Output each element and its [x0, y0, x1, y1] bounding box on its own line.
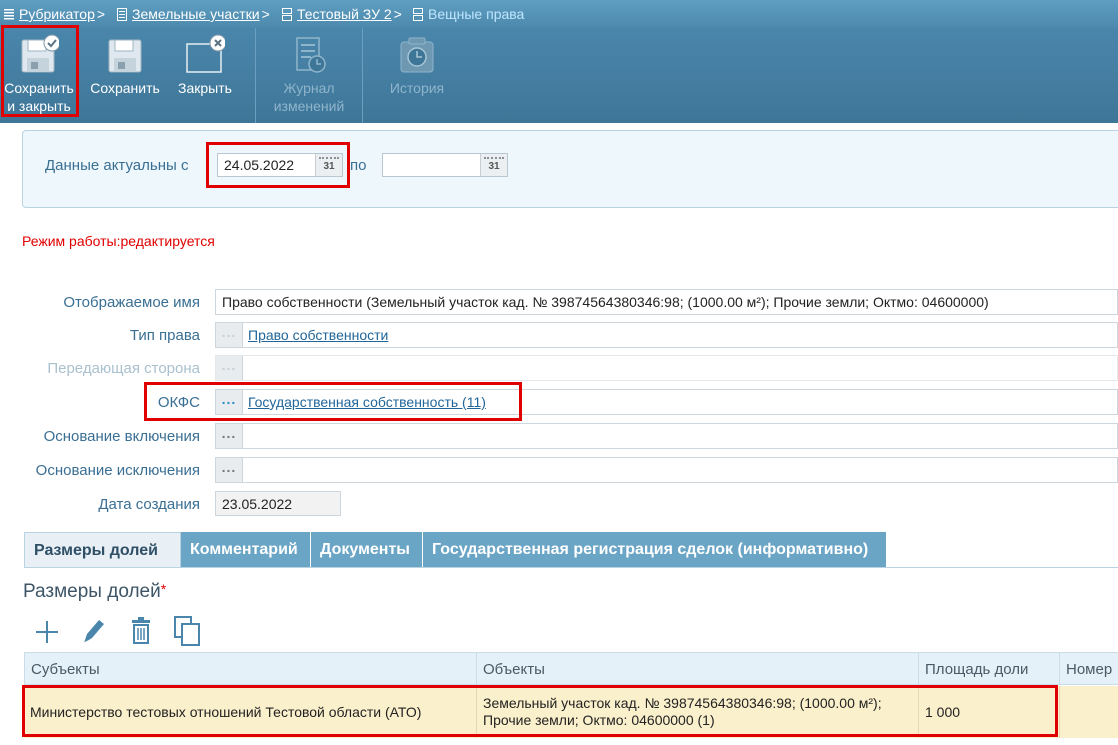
exclusion-basis-label: Основание исключения: [35, 462, 200, 479]
history-button[interactable]: История: [374, 28, 460, 123]
list-icon: [4, 8, 14, 19]
save-label: Сохранить: [90, 80, 160, 96]
edit-pencil-icon[interactable]: [78, 615, 108, 647]
ellipsis-button[interactable]: ...: [216, 458, 243, 482]
close-window-icon: [186, 34, 225, 73]
change-log-label-2: изменений: [273, 98, 345, 114]
cell-number: [1060, 686, 1118, 738]
ellipsis-button[interactable]: ...: [216, 424, 243, 448]
column-header-number[interactable]: Номер: [1060, 652, 1118, 685]
breadcrumb-link[interactable]: Тестовый ЗУ 2: [297, 6, 392, 22]
save-button[interactable]: Сохранить: [86, 28, 164, 123]
toolbar: Сохранить и закрыть Сохранить Закрыть Жур…: [0, 28, 1118, 123]
right-type-label: Тип права: [129, 327, 200, 344]
history-clock-icon: [400, 37, 434, 73]
add-icon[interactable]: [32, 615, 62, 647]
created-date-value: 23.05.2022: [222, 496, 293, 512]
display-name-field[interactable]: Право собственности (Земельный участок к…: [215, 289, 1118, 315]
breadcrumb-item-test-plot[interactable]: Тестовый ЗУ 2 >: [282, 6, 402, 22]
display-name-label: Отображаемое имя: [63, 294, 200, 311]
date-to-label: по: [350, 157, 367, 174]
mode-status: Режим работы:редактируется: [22, 233, 215, 249]
right-type-field[interactable]: ... Право собственности: [215, 322, 1118, 348]
table-row-highlight: [22, 685, 1058, 737]
breadcrumb-item-land-plots[interactable]: Земельные участки >: [117, 6, 270, 22]
record-icon: [413, 7, 423, 21]
inclusion-basis-field[interactable]: ...: [215, 423, 1118, 449]
close-button[interactable]: Закрыть: [168, 28, 242, 123]
created-date-field: 23.05.2022: [215, 491, 341, 516]
okfs-highlight: [144, 382, 522, 421]
right-type-link[interactable]: Право собственности: [248, 327, 388, 343]
date-from-label: Данные актуальны с: [45, 157, 189, 174]
exclusion-basis-field[interactable]: ...: [215, 457, 1118, 483]
section-title: Размеры долей*: [23, 581, 166, 603]
close-label: Закрыть: [178, 80, 232, 96]
toolbar-divider: [362, 28, 363, 123]
tab-share-sizes[interactable]: Размеры долей: [24, 532, 181, 568]
transferring-party-field[interactable]: ...: [215, 355, 1118, 381]
breadcrumb-link[interactable]: Земельные участки: [132, 6, 260, 22]
change-log-label: Журнал: [283, 80, 335, 96]
display-name-value: Право собственности (Земельный участок к…: [222, 294, 989, 310]
ellipsis-button[interactable]: ...: [216, 356, 243, 380]
transferring-party-label: Передающая сторона: [47, 360, 200, 377]
date-from-highlight: [206, 142, 350, 188]
record-icon: [282, 7, 292, 21]
tab-state-registration[interactable]: Государственная регистрация сделок (инфо…: [423, 532, 887, 568]
journal-clock-icon: [296, 37, 326, 73]
breadcrumb: Рубрикатор > Земельные участки > Тестовый …: [0, 0, 1118, 28]
breadcrumb-current: Вещные права: [428, 6, 525, 22]
toolbar-divider: [255, 28, 256, 123]
tab-documents[interactable]: Документы: [311, 532, 423, 568]
save-icon: [108, 39, 142, 73]
date-to-field[interactable]: 31: [382, 153, 508, 177]
created-date-label: Дата создания: [98, 496, 200, 513]
inclusion-basis-label: Основание включения: [43, 428, 200, 445]
column-header-subjects[interactable]: Субъекты: [24, 652, 477, 685]
copy-icon[interactable]: [172, 615, 202, 647]
breadcrumb-item-current: Вещные права: [413, 6, 524, 22]
document-icon: [117, 7, 127, 21]
required-mark: *: [160, 581, 167, 597]
column-header-share-area[interactable]: Площадь доли: [919, 652, 1060, 685]
section-title-text: Размеры долей: [23, 581, 161, 602]
breadcrumb-link[interactable]: Рубрикатор: [19, 6, 95, 22]
ellipsis-button[interactable]: ...: [216, 323, 243, 347]
save-and-close-highlight: [1, 25, 79, 117]
tab-divider: [24, 567, 1118, 568]
history-label: История: [389, 80, 445, 96]
change-log-button[interactable]: Журнал изменений: [266, 28, 352, 123]
calendar-icon[interactable]: 31: [480, 154, 507, 176]
tab-comment[interactable]: Комментарий: [181, 532, 311, 568]
breadcrumb-item-rubricator[interactable]: Рубрикатор >: [4, 6, 105, 22]
column-header-objects[interactable]: Объекты: [477, 652, 919, 685]
delete-trash-icon[interactable]: [126, 615, 156, 647]
